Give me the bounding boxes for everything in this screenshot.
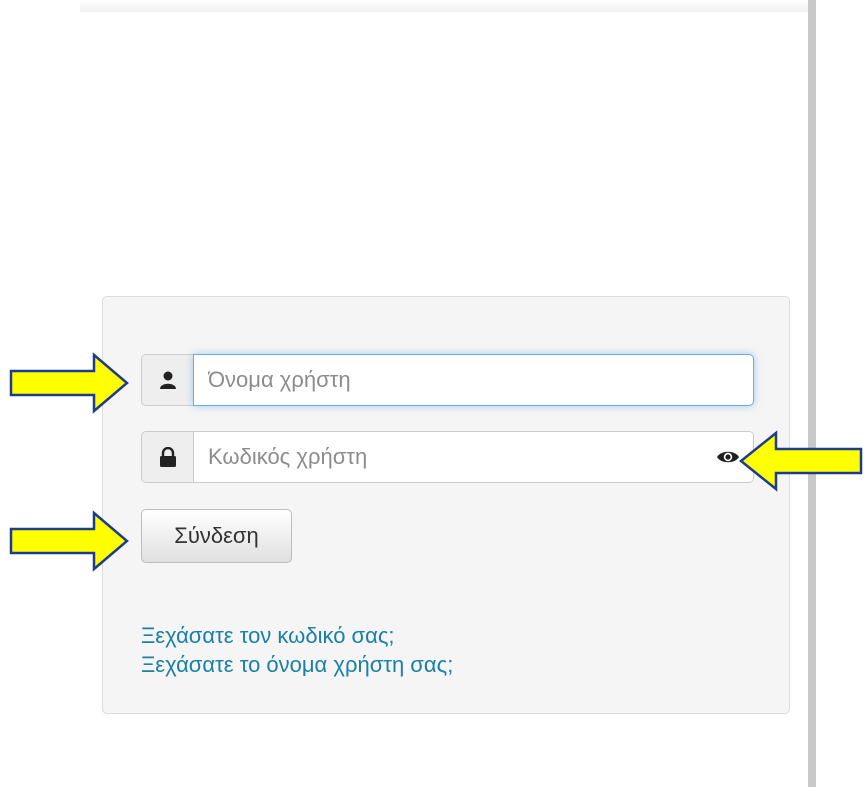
username-input[interactable]	[193, 354, 754, 406]
arrow-icon	[738, 430, 863, 492]
arrow-icon	[9, 352, 129, 414]
header-shadow	[80, 0, 808, 12]
password-input-group	[141, 431, 754, 483]
login-button[interactable]: Σύνδεση	[141, 509, 292, 563]
scrollbar[interactable]	[808, 0, 816, 787]
arrow-icon	[9, 510, 129, 572]
password-input[interactable]	[193, 431, 754, 483]
lock-icon	[141, 431, 193, 483]
username-input-group	[141, 354, 754, 406]
forgot-username-link[interactable]: Ξεχάσατε το όνομα χρήστη σας;	[141, 650, 453, 679]
help-links: Ξεχάσατε τον κωδικό σας; Ξεχάσατε το όνο…	[141, 621, 453, 679]
user-icon	[141, 354, 193, 406]
eye-icon[interactable]	[716, 447, 740, 467]
forgot-password-link[interactable]: Ξεχάσατε τον κωδικό σας;	[141, 621, 453, 650]
login-panel: Σύνδεση Ξεχάσατε τον κωδικό σας; Ξεχάσατ…	[102, 296, 790, 714]
page: Σύνδεση Ξεχάσατε τον κωδικό σας; Ξεχάσατ…	[0, 0, 866, 787]
